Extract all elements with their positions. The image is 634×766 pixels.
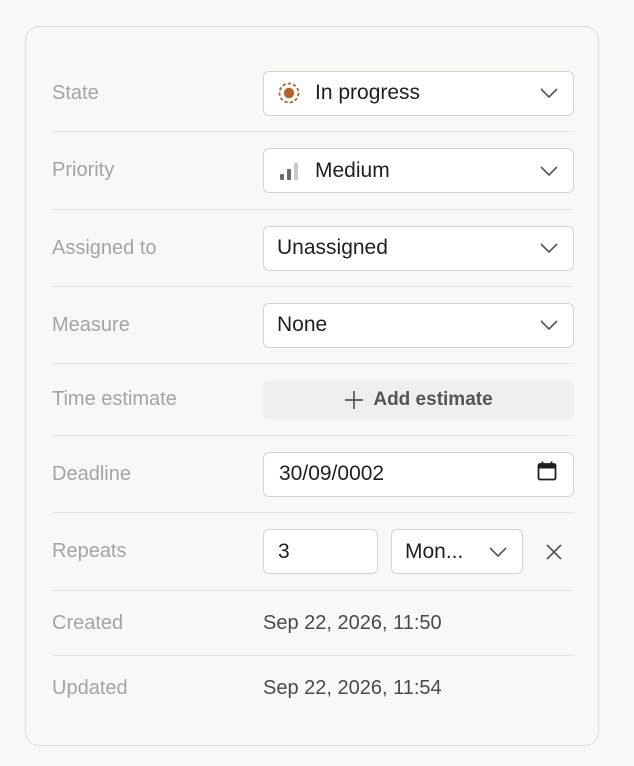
priority-row: Priority Medium: [52, 132, 574, 210]
measure-value: None: [277, 313, 328, 336]
assigned-label: Assigned to: [52, 236, 157, 259]
updated-label: Updated: [52, 677, 128, 699]
calendar-icon[interactable]: [537, 461, 557, 487]
chevron-down-icon: [539, 238, 559, 258]
time-estimate-row: Time estimate Add estimate: [52, 364, 574, 436]
state-value: In progress: [315, 81, 421, 104]
close-icon: [546, 543, 562, 560]
task-details-panel: State In progress Priority Medium Assign…: [25, 26, 599, 746]
measure-select[interactable]: None: [263, 302, 574, 348]
repeats-row: Repeats 3 Mon...: [52, 513, 574, 591]
chevron-down-icon: [539, 315, 559, 335]
deadline-input[interactable]: 30/09/0002: [263, 451, 574, 497]
updated-row: Updated Sep 22, 2026, 11:54: [52, 656, 574, 721]
chevron-down-icon: [488, 542, 508, 562]
chevron-down-icon: [539, 83, 559, 103]
deadline-value: 30/09/0002: [279, 462, 385, 485]
created-value: Sep 22, 2026, 11:50: [263, 611, 442, 634]
repeats-label: Repeats: [52, 540, 127, 562]
priority-select[interactable]: Medium: [263, 148, 574, 193]
assignee-value: Unassigned: [277, 236, 388, 259]
chevron-down-icon: [539, 161, 559, 181]
plus-icon: [344, 390, 364, 410]
time-estimate-label: Time estimate: [52, 388, 177, 410]
state-label: State: [52, 81, 99, 104]
clear-repeat-button[interactable]: [542, 540, 566, 564]
priority-bars-icon: [277, 159, 301, 183]
add-estimate-button[interactable]: Add estimate: [263, 380, 574, 419]
updated-value: Sep 22, 2026, 11:54: [263, 677, 442, 699]
measure-label: Measure: [52, 313, 130, 336]
in-progress-icon: [277, 81, 301, 105]
deadline-label: Deadline: [52, 462, 131, 485]
add-estimate-label: Add estimate: [373, 388, 493, 410]
state-row: State In progress: [52, 55, 574, 132]
created-row: Created Sep 22, 2026, 11:50: [52, 591, 574, 656]
priority-label: Priority: [52, 159, 115, 181]
repeat-unit-select[interactable]: Mon...: [391, 529, 523, 574]
repeat-unit-value: Mon...: [405, 539, 464, 563]
repeat-count-input[interactable]: 3: [263, 529, 378, 574]
priority-value: Medium: [315, 158, 390, 182]
assignee-select[interactable]: Unassigned: [263, 225, 574, 271]
assigned-row: Assigned to Unassigned: [52, 210, 574, 287]
state-select[interactable]: In progress: [263, 70, 574, 116]
measure-row: Measure None: [52, 287, 574, 364]
created-label: Created: [52, 611, 124, 634]
deadline-row: Deadline 30/09/0002: [52, 436, 574, 513]
